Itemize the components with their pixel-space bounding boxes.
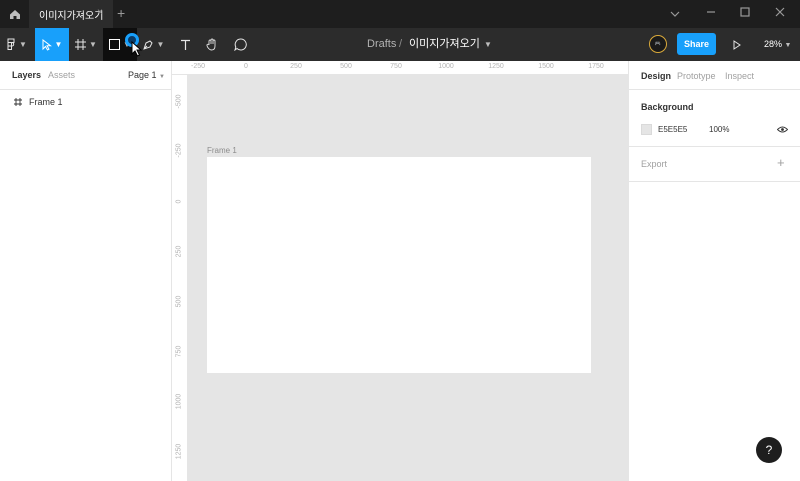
- pen-icon: [142, 39, 153, 50]
- maximize-icon[interactable]: [739, 7, 751, 21]
- comment-icon: [233, 38, 247, 51]
- chevron-down-icon: ▼: [156, 40, 165, 49]
- right-panel: Design Prototype Inspect Background E5E5…: [628, 61, 800, 481]
- ruler-tick: 1250: [488, 63, 504, 70]
- background-title: Background: [641, 102, 694, 112]
- tab-assets[interactable]: Assets: [48, 70, 75, 80]
- cursor-arrow-icon: [42, 38, 52, 51]
- eye-icon[interactable]: [777, 126, 788, 133]
- frame-icon: [14, 98, 22, 106]
- breadcrumb-separator: /: [399, 38, 403, 50]
- frame[interactable]: [207, 157, 591, 373]
- ruler-tick: 1750: [588, 63, 604, 70]
- ruler-tick-label: -500: [175, 94, 183, 109]
- ruler-tick: 750: [390, 63, 402, 70]
- background-hex-input[interactable]: E5E5E5: [658, 125, 687, 134]
- left-panel: Layers Assets Page 1 ▼ Frame 1: [0, 61, 172, 481]
- text-icon: [180, 39, 190, 50]
- ruler-tick: -250: [190, 63, 206, 70]
- frame-icon: [75, 39, 87, 50]
- text-tool-button[interactable]: [172, 28, 198, 61]
- ruler-tick-label: 1250: [175, 443, 183, 460]
- ruler-tick-label: 500: [175, 295, 183, 308]
- comment-tool-button[interactable]: [227, 28, 253, 61]
- tab-design[interactable]: Design: [641, 71, 671, 81]
- help-button[interactable]: ?: [756, 437, 782, 463]
- chevron-down-icon: ▼: [89, 40, 97, 49]
- rectangle-icon: [109, 39, 121, 50]
- figma-icon: [7, 38, 15, 50]
- page-label: Page 1: [128, 70, 157, 80]
- tab-layers[interactable]: Layers: [12, 70, 41, 80]
- breadcrumb-drafts[interactable]: Drafts: [367, 28, 396, 61]
- ruler-tick: 1000: [438, 63, 454, 70]
- tab-prototype[interactable]: Prototype: [677, 71, 716, 81]
- export-section: Export +: [629, 147, 800, 182]
- file-name[interactable]: 이미지가져오기: [409, 28, 480, 61]
- left-panel-tabs: Layers Assets Page 1 ▼: [0, 61, 172, 90]
- tab-inspect[interactable]: Inspect: [725, 71, 754, 81]
- share-button[interactable]: Share: [677, 33, 716, 55]
- chevron-down-icon[interactable]: [669, 7, 681, 21]
- hand-tool-button[interactable]: [199, 28, 225, 61]
- right-panel-tabs: Design Prototype Inspect: [629, 61, 800, 90]
- ruler-tick-label: -250: [175, 143, 183, 158]
- export-title: Export: [641, 159, 668, 169]
- new-tab-button[interactable]: +: [117, 6, 129, 20]
- ruler-top: -250 0 250 500 750 1000 1250 1500 1750: [172, 61, 628, 75]
- layer-row[interactable]: Frame 1: [0, 93, 172, 111]
- zoom-label: 28%: [764, 39, 783, 49]
- frame-tool-button[interactable]: ▼: [69, 28, 103, 61]
- layer-name: Frame 1: [29, 97, 63, 107]
- file-tab[interactable]: 이미지가져오기 ×: [29, 0, 113, 28]
- background-opacity-input[interactable]: 100%: [709, 125, 729, 134]
- ruler-tick-label: 250: [175, 245, 183, 258]
- ruler-tick-label: 0: [175, 199, 183, 204]
- avatar[interactable]: 🎮: [649, 35, 667, 53]
- play-icon: [733, 39, 741, 50]
- background-section: Background E5E5E5 100%: [629, 90, 800, 147]
- color-swatch[interactable]: [641, 124, 652, 135]
- ruler-tick: 500: [340, 63, 352, 70]
- hand-icon: [206, 38, 216, 51]
- move-tool-button[interactable]: ▼: [35, 28, 69, 61]
- add-export-button[interactable]: +: [777, 155, 785, 170]
- ruler-tick-label: 750: [175, 345, 183, 358]
- frame-label[interactable]: Frame 1: [207, 146, 237, 155]
- chevron-down-icon: ▼: [159, 74, 165, 80]
- chevron-down-icon: ▼: [54, 40, 63, 49]
- chevron-down-icon[interactable]: ▼: [484, 28, 492, 61]
- ruler-tick: 0: [244, 63, 248, 70]
- home-icon[interactable]: [0, 0, 29, 28]
- title-bar: 이미지가져오기 × +: [0, 0, 800, 28]
- minimize-icon[interactable]: [705, 7, 717, 21]
- file-tab-label: 이미지가져오기: [39, 10, 104, 22]
- main-menu-button[interactable]: ▼: [0, 28, 34, 61]
- close-window-icon[interactable]: [774, 7, 786, 21]
- chevron-down-icon: ▼: [19, 40, 27, 49]
- mouse-cursor-icon: [131, 41, 143, 57]
- chevron-down-icon: ▼: [784, 42, 792, 49]
- ruler-left: -500 -250 0 250 500 750 1000 1250: [172, 75, 188, 481]
- ruler-tick: 1500: [538, 63, 554, 70]
- page-selector[interactable]: Page 1 ▼: [128, 70, 165, 80]
- zoom-level[interactable]: 28% ▼: [764, 28, 791, 61]
- close-tab-icon[interactable]: ×: [97, 8, 107, 18]
- ruler-tick: 250: [290, 63, 302, 70]
- ruler-tick-label: 1000: [175, 393, 183, 410]
- present-button[interactable]: [728, 28, 746, 61]
